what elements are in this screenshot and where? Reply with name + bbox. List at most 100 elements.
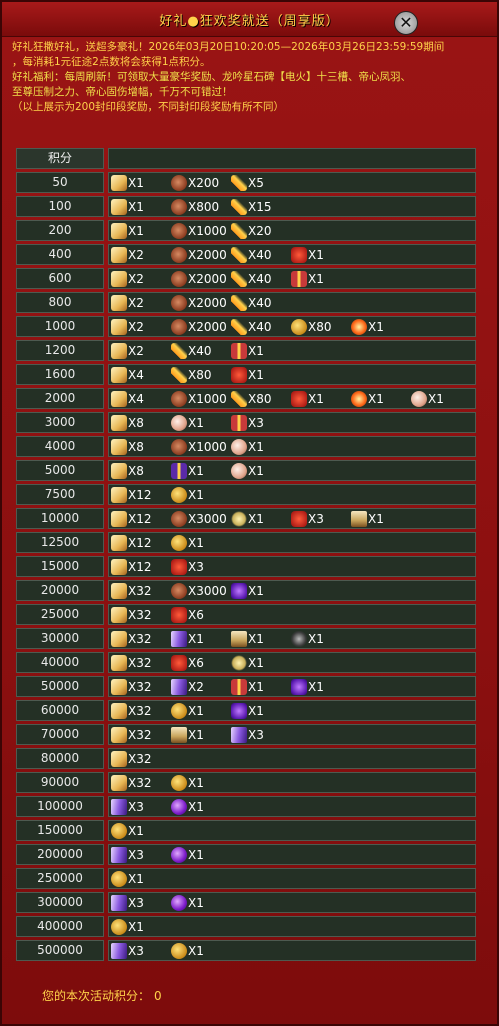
reward-cell: X1 — [108, 820, 476, 841]
feather-icon — [231, 319, 247, 335]
reward-cell: X32 X2 X1 X1 — [108, 676, 476, 697]
panel-title: 好礼●狂欢奖就送（周享版） — [159, 14, 340, 29]
score-cell: 600 — [16, 268, 104, 289]
reward-quantity: X1 — [128, 824, 144, 838]
reward-table: 积分 50 X1 X200 X5 100 X1 X800 X15 200 X1 X1000 X20 40… — [16, 148, 478, 964]
reward-quantity: X1 — [248, 584, 264, 598]
feather-icon — [171, 343, 187, 359]
reward-cell: X32 X6 — [108, 604, 476, 625]
score-cell: 250000 — [16, 868, 104, 889]
reward-quantity: X1 — [188, 488, 204, 502]
reward-cell: X12 X3 — [108, 556, 476, 577]
table-row: 1200 X2 X40 X1 — [16, 340, 478, 361]
reward-quantity: X1 — [248, 632, 264, 646]
reward-cell: X1 X1000 X20 — [108, 220, 476, 241]
talisman-icon — [171, 679, 187, 695]
reward-quantity: X40 — [248, 248, 272, 262]
reward-quantity: X32 — [128, 776, 152, 790]
score-cell: 90000 — [16, 772, 104, 793]
star-icon — [231, 511, 247, 527]
scroll-icon — [111, 391, 127, 407]
stone-icon — [171, 247, 187, 263]
stone-icon — [171, 391, 187, 407]
pearl-icon — [171, 415, 187, 431]
reward-quantity: X2 — [128, 320, 144, 334]
purplebox-icon — [231, 703, 247, 719]
stone-icon — [171, 175, 187, 191]
reward-quantity: X8 — [128, 440, 144, 454]
scroll-icon — [111, 655, 127, 671]
scroll-icon — [111, 751, 127, 767]
score-cell: 50 — [16, 172, 104, 193]
score-cell: 400000 — [16, 916, 104, 937]
reward-quantity: X80 — [188, 368, 212, 382]
purpleorb-icon — [171, 847, 187, 863]
scroll-icon — [111, 367, 127, 383]
pearl-icon — [231, 439, 247, 455]
redbox-icon — [291, 247, 307, 263]
table-row: 100 X1 X800 X15 — [16, 196, 478, 217]
stone-icon — [171, 583, 187, 599]
reward-quantity: X40 — [248, 296, 272, 310]
purplebox-icon — [231, 583, 247, 599]
score-cell: 300000 — [16, 892, 104, 913]
reward-cell: X1 — [108, 916, 476, 937]
reward-quantity: X1 — [188, 536, 204, 550]
reward-quantity: X6 — [188, 656, 204, 670]
reward-quantity: X3 — [128, 896, 144, 910]
reward-cell: X12 X1 — [108, 484, 476, 505]
reward-quantity: X40 — [248, 272, 272, 286]
table-row: 1600 X4 X80 X1 — [16, 364, 478, 385]
scroll-icon — [111, 439, 127, 455]
redbox-icon — [231, 367, 247, 383]
score-cell: 25000 — [16, 604, 104, 625]
orb-icon — [351, 319, 367, 335]
reward-quantity: X40 — [188, 344, 212, 358]
close-icon: ✕ — [399, 13, 413, 32]
reward-quantity: X12 — [128, 488, 152, 502]
reward-quantity: X20 — [248, 224, 272, 238]
scroll-icon — [111, 679, 127, 695]
table-row: 600 X2 X2000 X40 X1 — [16, 268, 478, 289]
reward-cell: X32 X1 X1 X1 — [108, 628, 476, 649]
scroll-icon — [111, 583, 127, 599]
stone-icon — [171, 439, 187, 455]
scroll-icon — [111, 775, 127, 791]
feather-icon — [231, 271, 247, 287]
reward-quantity: X1 — [428, 392, 444, 406]
score-summary: 您的本次活动积分： 0 — [38, 987, 162, 1004]
reward-quantity: X1 — [188, 896, 204, 910]
score-cell: 50000 — [16, 676, 104, 697]
scroll-icon — [111, 319, 127, 335]
reward-quantity: X4 — [128, 392, 144, 406]
reward-cell: X8 X1 X3 — [108, 412, 476, 433]
score-cell: 400 — [16, 244, 104, 265]
score-cell: 7500 — [16, 484, 104, 505]
score-value: 0 — [154, 989, 162, 1003]
reward-quantity: X3 — [128, 848, 144, 862]
reward-quantity: X1 — [188, 728, 204, 742]
table-row: 50 X1 X200 X5 — [16, 172, 478, 193]
giftbox-icon — [231, 679, 247, 695]
feather-icon — [231, 199, 247, 215]
reward-cell: X12 X3000 X1 X3 X1 — [108, 508, 476, 529]
table-row: 500000 X3 X1 — [16, 940, 478, 961]
scroll-icon — [111, 703, 127, 719]
close-button[interactable]: ✕ — [394, 11, 418, 35]
reward-quantity: X80 — [308, 320, 332, 334]
reward-quantity: X1 — [368, 320, 384, 334]
reward-quantity: X1 — [248, 680, 264, 694]
score-cell: 1200 — [16, 340, 104, 361]
reward-cell: X32 X1 X1 — [108, 700, 476, 721]
reward-quantity: X12 — [128, 560, 152, 574]
coin-icon — [171, 943, 187, 959]
score-cell: 40000 — [16, 652, 104, 673]
scroll-icon — [111, 175, 127, 191]
reward-quantity: X200 — [188, 176, 220, 190]
reward-quantity: X1 — [308, 392, 324, 406]
reward-cell: X4 X80 X1 — [108, 364, 476, 385]
orb-icon — [351, 391, 367, 407]
reward-quantity: X3 — [128, 800, 144, 814]
reward-quantity: X1 — [128, 920, 144, 934]
table-row: 100000 X3 X1 — [16, 796, 478, 817]
